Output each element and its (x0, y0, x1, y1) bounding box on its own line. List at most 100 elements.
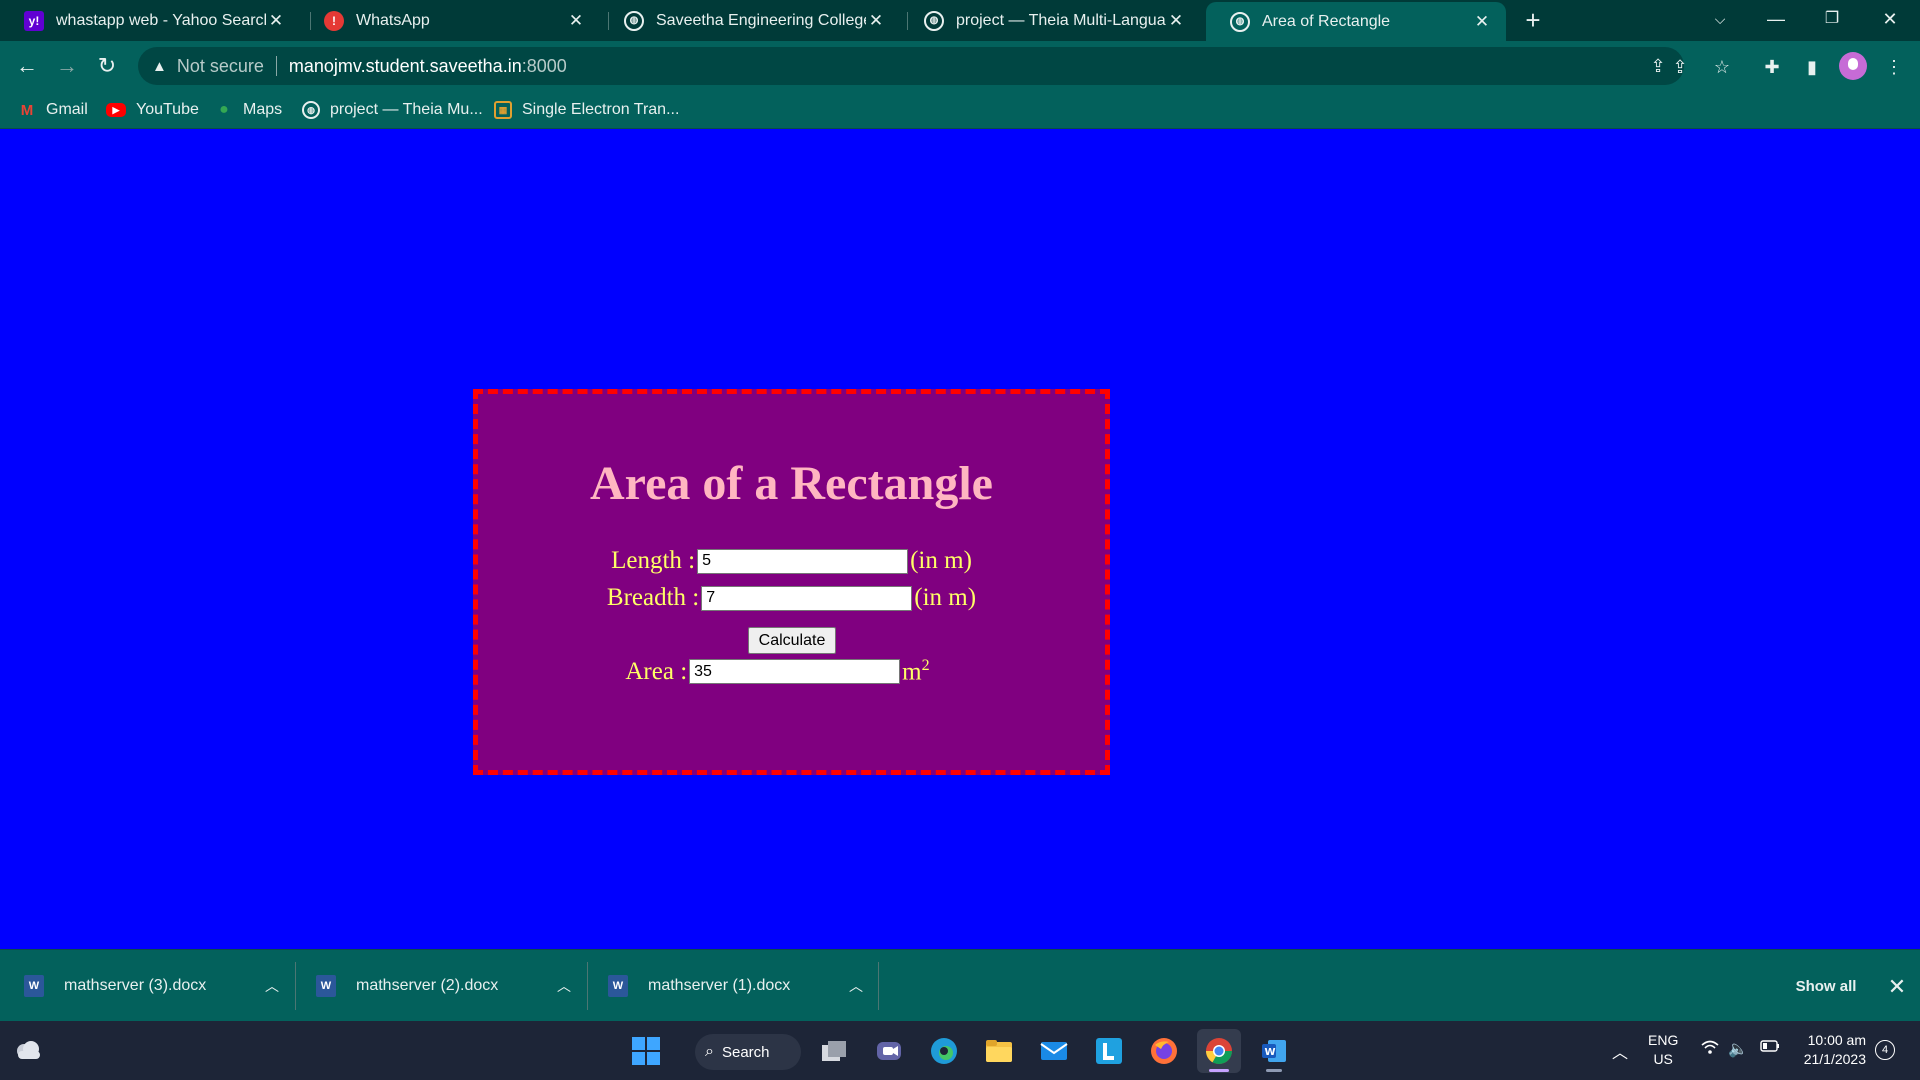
keyboard-layout: US (1653, 1051, 1673, 1067)
chevron-up-icon[interactable]: ︿ (252, 976, 292, 996)
browser-toolbar: ← → ↻ ▲ Not secure manojmv.student.savee… (0, 41, 1920, 91)
bookmark-theia-project[interactable]: ◍ project — Theia Mu... (302, 91, 483, 129)
close-downloads-icon[interactable]: ✕ (1882, 972, 1912, 1002)
word-doc-icon: W (608, 975, 628, 997)
chevron-up-icon[interactable]: ︿ (544, 976, 584, 996)
chip-icon: ▦ (494, 101, 512, 119)
search-label: Search (721, 1043, 770, 1061)
download-filename: mathserver (1).docx (648, 977, 791, 994)
file-explorer-icon[interactable] (977, 1029, 1021, 1073)
running-indicator (1266, 1069, 1282, 1072)
address-divider (275, 56, 277, 76)
weather-cloud-icon[interactable] (14, 1039, 42, 1061)
bookmark-youtube[interactable]: ▶ YouTube (106, 91, 199, 129)
tab-theia-project[interactable]: ◍ project — Theia Multi-Language ✕ (900, 0, 1200, 41)
breadth-input[interactable] (701, 585, 913, 611)
teams-chat-icon[interactable] (867, 1029, 911, 1073)
length-unit: (in m) (910, 547, 972, 574)
download-item[interactable]: W mathserver (3).docx ︿ (0, 950, 292, 1022)
tab-yahoo-search[interactable]: y! whastapp web - Yahoo Search Re ✕ (0, 0, 300, 41)
area-output[interactable] (689, 659, 901, 685)
mail-icon[interactable] (1032, 1029, 1076, 1073)
download-item[interactable]: W mathserver (1).docx ︿ (584, 950, 876, 1022)
rectangle-form: Area of a Rectangle Length : (in m) Brea… (473, 389, 1110, 775)
task-view-icon[interactable] (812, 1029, 856, 1073)
word-icon[interactable]: W (1252, 1029, 1296, 1073)
side-panel-icon[interactable]: ▮ (1798, 53, 1826, 81)
svg-text:W: W (1265, 1047, 1276, 1058)
language-indicator[interactable]: ENG US (1648, 1031, 1678, 1069)
length-label: Length : (611, 547, 696, 574)
chrome-icon[interactable] (1197, 1029, 1241, 1073)
tab-saveetha[interactable]: ◍ Saveetha Engineering College ✕ (600, 0, 900, 41)
window-close-button[interactable]: ✕ (1862, 0, 1918, 41)
l-app-icon[interactable] (1087, 1029, 1131, 1073)
tab-title: Area of Rectangle (1262, 12, 1391, 30)
tab-title: whastapp web - Yahoo Search Re (56, 11, 266, 29)
wifi-icon[interactable] (1700, 1039, 1720, 1060)
close-icon[interactable]: ✕ (266, 11, 286, 31)
area-unit: m2 (902, 657, 929, 686)
globe-icon: ◍ (624, 10, 644, 31)
show-all-downloads-button[interactable]: Show all (1780, 972, 1872, 1002)
length-input[interactable] (697, 548, 909, 574)
chevron-up-icon[interactable]: ︿ (836, 976, 876, 996)
close-icon[interactable]: ✕ (1166, 11, 1186, 31)
calculate-button[interactable]: Calculate (748, 627, 836, 654)
bookmark-maps[interactable]: ● Maps (215, 91, 282, 129)
maps-pin-icon: ● (219, 101, 229, 118)
clock-date: 21/1/2023 (1803, 1051, 1866, 1067)
back-button[interactable]: ← (10, 49, 44, 83)
battery-icon[interactable] (1760, 1039, 1780, 1058)
edge-browser-icon[interactable] (922, 1029, 966, 1073)
bookmark-label: Single Electron Tran... (522, 101, 680, 118)
alert-icon: ! (324, 10, 344, 31)
system-clock[interactable]: 10:00 am 21/1/2023 (1796, 1031, 1866, 1069)
minimize-button[interactable]: — (1748, 0, 1804, 41)
gmail-icon: M (20, 101, 34, 119)
profile-avatar[interactable] (1839, 52, 1867, 80)
tab-search-chevron-icon[interactable]: ⌵ (1692, 0, 1748, 41)
close-icon[interactable]: ✕ (566, 11, 586, 31)
extensions-icon[interactable]: ✚ (1758, 53, 1786, 81)
security-label[interactable]: Not secure (177, 56, 264, 77)
length-row: Length : (in m) (478, 547, 1105, 575)
volume-icon[interactable]: 🔈 (1728, 1039, 1748, 1059)
firefox-icon[interactable] (1142, 1029, 1186, 1073)
download-item[interactable]: W mathserver (2).docx ︿ (292, 950, 584, 1022)
bookmark-star-icon[interactable]: ☆ (1708, 53, 1736, 81)
bookmark-label: YouTube (136, 101, 199, 118)
tab-area-of-rectangle[interactable]: ◍ Area of Rectangle ✕ (1206, 2, 1506, 41)
download-separator (878, 962, 879, 1010)
windows-logo-icon (632, 1037, 660, 1065)
address-bar[interactable]: ▲ Not secure manojmv.student.saveetha.in… (138, 47, 1684, 85)
start-button[interactable] (624, 1029, 668, 1073)
page-content: Area of a Rectangle Length : (in m) Brea… (0, 129, 1920, 949)
area-unit-exponent: 2 (921, 657, 930, 674)
restore-button[interactable]: ❐ (1804, 0, 1860, 41)
area-unit-base: m (902, 658, 922, 686)
reload-button[interactable]: ↻ (90, 49, 124, 83)
tab-whatsapp[interactable]: ! WhatsApp ✕ (300, 0, 600, 41)
chevron-up-icon[interactable]: ︿ (1612, 1039, 1628, 1063)
word-doc-icon: W (24, 975, 44, 997)
bookmark-label: Gmail (46, 101, 88, 118)
menu-kebab-icon[interactable]: ⋮ (1880, 53, 1908, 81)
bookmark-gmail[interactable]: M Gmail (18, 91, 88, 129)
forward-button[interactable]: → (50, 49, 84, 83)
yahoo-icon: y! (24, 10, 44, 31)
area-row: Area : m2 (464, 657, 1091, 686)
download-filename: mathserver (2).docx (356, 977, 499, 994)
bookmark-star-icon[interactable] (1638, 54, 1662, 78)
breadth-unit: (in m) (914, 584, 977, 611)
close-icon[interactable]: ✕ (866, 11, 886, 31)
close-icon[interactable]: ✕ (1472, 12, 1492, 32)
warning-icon[interactable]: ▲ (152, 58, 167, 75)
windows-taskbar: ⌕ Search W ︿ ENG US 🔈 10:00 am 21/1/2023… (0, 1021, 1920, 1080)
breadth-row: Breadth : (in m) (478, 584, 1105, 612)
taskbar-search[interactable]: ⌕ Search (695, 1034, 801, 1070)
notification-count-badge[interactable]: 4 (1875, 1040, 1895, 1060)
bookmark-single-electron[interactable]: ▦ Single Electron Tran... (494, 91, 679, 129)
new-tab-button[interactable]: + (1518, 5, 1548, 35)
share-icon[interactable]: ⇪ (1666, 53, 1694, 81)
